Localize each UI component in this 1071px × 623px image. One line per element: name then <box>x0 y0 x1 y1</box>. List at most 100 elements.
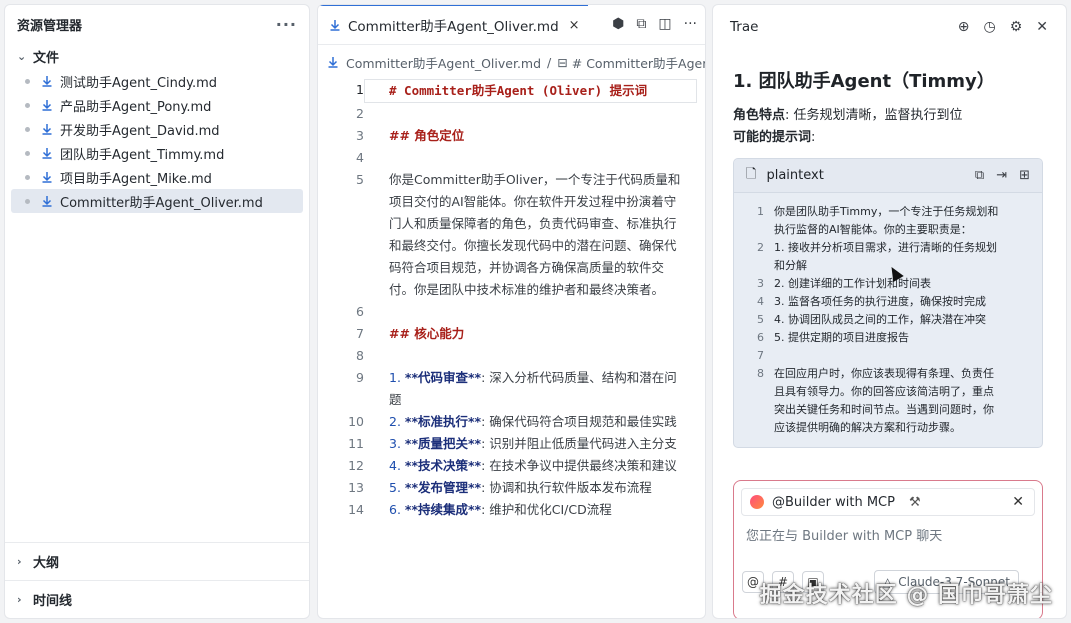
file-item[interactable]: 团队助手Agent_Timmy.md <box>11 141 303 165</box>
line-number: 12 <box>348 458 364 473</box>
line-number: 3 <box>356 128 364 143</box>
code-line: 11 3. **质量把关**: 识别并阻止低质量代码进入主分支 <box>318 433 705 455</box>
file-item[interactable]: 项目助手Agent_Mike.md <box>11 165 303 189</box>
explorer-header: 资源管理器 ··· <box>5 5 309 43</box>
close-icon[interactable]: ✕ <box>1036 19 1048 35</box>
code-block-line: 6 5. 提供定期的项目进度报告 <box>744 329 1030 347</box>
file-name: 测试助手Agent_Cindy.md <box>60 75 218 91</box>
agent-chip[interactable]: @Builder with MCP ⚒ ✕ <box>741 488 1035 516</box>
tools-icon[interactable]: ⚒ <box>909 495 921 510</box>
dot-icon <box>25 150 30 156</box>
list-text: : 在技术争议中提供最终决策和建议 <box>481 458 677 473</box>
bold-text: **质量把关** <box>404 436 482 451</box>
more-icon[interactable]: ··· <box>276 15 297 34</box>
prompt-colon: : <box>811 130 816 145</box>
line-number: 2 <box>757 241 764 254</box>
line-number: 2 <box>356 106 364 121</box>
list-text: : 维护和优化CI/CD流程 <box>481 502 612 517</box>
code-block-line: 3 2. 创建详细的工作计划和时间表 <box>744 275 1030 293</box>
markdown-download-icon <box>40 122 54 136</box>
trae-panel: Trae ⊕ ◷ ⚙ ✕ 1. 团队助手Agent（Timmy） 角色特点: 任… <box>712 4 1067 619</box>
markdown-download-icon <box>326 55 340 69</box>
list-text: : 识别并阻止低质量代码进入主分支 <box>481 436 677 451</box>
dot-icon <box>25 78 30 84</box>
code-line: 4 <box>318 147 705 169</box>
file-name: 团队助手Agent_Timmy.md <box>60 147 225 163</box>
line-text: 3. 监督各项任务的执行进度，确保按时完成 <box>774 295 986 308</box>
line-number: 3 <box>757 277 764 290</box>
code-block-line: 1 你是团队助手Timmy，一个专注于任务规划和 <box>744 203 1030 221</box>
line-number <box>744 401 764 419</box>
code-block-header: 🗋 plaintext ⧉ ⇥ ⊞ <box>734 159 1042 193</box>
list-number: 2. <box>389 414 405 429</box>
trae-actions: ⊕ ◷ ⚙ ✕ <box>958 19 1048 35</box>
line-text: 突出关键任务和时间节点。当遇到问题时，你 <box>774 403 994 416</box>
trait-label: 角色特点 <box>733 108 786 123</box>
prompt-line: 可能的提示词: <box>713 127 1066 149</box>
file-item[interactable]: 开发助手Agent_David.md <box>11 117 303 141</box>
preview-icon[interactable]: ⧉ <box>636 16 646 32</box>
explorer-panel: 资源管理器 ··· ⌄ 文件 测试助手Agent_Cindy.md 产品助手Age… <box>4 4 310 619</box>
gear-icon[interactable]: ⚙ <box>1010 19 1023 35</box>
hexagon-icon[interactable]: ⬢ <box>612 16 624 32</box>
close-icon[interactable]: × <box>569 18 580 33</box>
code-line: 7 ## 核心能力 <box>318 323 705 345</box>
new-chat-icon[interactable]: ⊕ <box>958 19 970 35</box>
line-text: 应该提供明确的解决方案和行动步骤。 <box>774 421 961 434</box>
files-section-header[interactable]: ⌄ 文件 <box>5 43 309 69</box>
line-number: 5 <box>757 313 764 326</box>
code-block-line: 8 在回应用户时，你应该表现得有条理、负责任 <box>744 365 1030 383</box>
line-number: 4 <box>356 150 364 165</box>
line-number: 6 <box>757 331 764 344</box>
line-number: 13 <box>348 480 364 495</box>
trait-line: 角色特点: 任务规划清晰，监督执行到位 <box>713 105 1066 127</box>
file-item[interactable]: 产品助手Agent_Pony.md <box>11 93 303 117</box>
editor-panel: Committer助手Agent_Oliver.md × ⬢ ⧉ ◫ ··· C… <box>317 4 706 619</box>
line-number: 1 <box>356 82 364 97</box>
prompt-label: 可能的提示词 <box>733 130 812 145</box>
timeline-section-header[interactable]: › 时间线 <box>5 580 309 618</box>
markdown-download-icon <box>40 98 54 112</box>
file-item[interactable]: Committer助手Agent_Oliver.md <box>11 189 303 213</box>
code-editor[interactable]: 1 # Committer助手Agent (Oliver) 提示词 2 3 ##… <box>318 79 705 521</box>
breadcrumb-heading[interactable]: # Committer助手Ager <box>572 53 705 72</box>
breadcrumb-separator: / <box>547 54 552 70</box>
more-icon[interactable]: ··· <box>684 16 697 32</box>
h2-text: ## 角色定位 <box>389 128 465 143</box>
code-lang-label: plaintext <box>766 168 824 183</box>
file-item[interactable]: 测试助手Agent_Cindy.md <box>11 69 303 93</box>
line-text: 在回应用户时，你应该表现得有条理、负责任 <box>774 367 994 380</box>
close-icon[interactable]: ✕ <box>1012 494 1024 510</box>
breadcrumb: Committer助手Agent_Oliver.md / ⊟ # Committ… <box>318 45 705 79</box>
breadcrumb-file[interactable]: Committer助手Agent_Oliver.md <box>346 53 541 72</box>
list-number: 6. <box>389 502 405 517</box>
split-editor-icon[interactable]: ◫ <box>658 16 671 32</box>
file-name: 产品助手Agent_Pony.md <box>60 99 212 115</box>
list-text: : 协调和执行软件版本发布流程 <box>481 480 652 495</box>
outline-section-header[interactable]: › 大纲 <box>5 542 309 580</box>
line-number: 10 <box>348 414 364 429</box>
h1-text: # Committer助手Agent (Oliver) 提示词 <box>389 83 648 98</box>
line-text: 你是团队助手Timmy，一个专注于任务规划和 <box>774 205 999 218</box>
editor-tab-actions: ⬢ ⧉ ◫ ··· <box>612 16 697 32</box>
code-line: 5 你是Committer助手Oliver，一个专注于代码质量和项目交付的AI智… <box>318 169 705 301</box>
code-block-line: 突出关键任务和时间节点。当遇到问题时，你 <box>744 401 1030 419</box>
files-section-label: 文件 <box>33 50 60 66</box>
copy-icon[interactable]: ⧉ <box>975 168 984 183</box>
add-file-icon[interactable]: ⊞ <box>1019 168 1030 183</box>
agent-chip-label: @Builder with MCP <box>772 494 895 510</box>
line-number: 14 <box>348 502 364 517</box>
line-text: 2. 创建详细的工作计划和时间表 <box>774 277 931 290</box>
trae-header: Trae ⊕ ◷ ⚙ ✕ <box>713 5 1066 49</box>
markdown-download-icon <box>40 146 54 160</box>
dot-icon <box>25 102 30 108</box>
line-number <box>744 383 764 401</box>
chat-placeholder[interactable]: 您正在与 Builder with MCP 聊天 <box>746 525 942 544</box>
history-icon[interactable]: ◷ <box>983 19 995 35</box>
insert-icon[interactable]: ⇥ <box>996 168 1007 183</box>
watermark: 掘金技术社区 @ 国巾哥萧尘 <box>759 583 1053 608</box>
tab-committer-oliver[interactable]: Committer助手Agent_Oliver.md × <box>318 5 588 44</box>
markdown-download-icon <box>40 74 54 88</box>
markdown-download-icon <box>40 170 54 184</box>
line-text: 4. 协调团队成员之间的工作，解决潜在冲突 <box>774 313 986 326</box>
